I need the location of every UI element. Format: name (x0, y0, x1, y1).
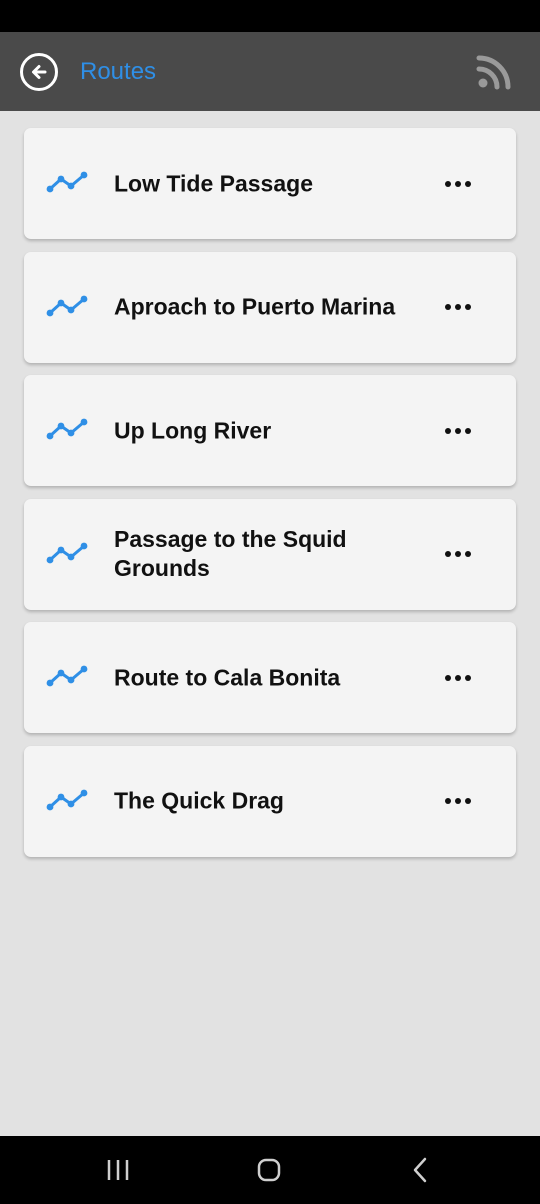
route-menu-button[interactable] (438, 416, 478, 446)
system-navigation-bar (0, 1136, 540, 1204)
system-back-button[interactable] (400, 1154, 440, 1186)
status-bar (0, 0, 540, 32)
route-name: Route to Cala Bonita (114, 664, 341, 690)
route-name: Up Long River (114, 417, 272, 443)
more-horizontal-icon (445, 304, 471, 310)
route-icon (46, 171, 88, 193)
route-card[interactable]: Route to Cala Bonita (24, 622, 516, 733)
recents-icon (107, 1160, 129, 1180)
route-icon (46, 542, 88, 563)
home-icon (257, 1158, 281, 1182)
route-card[interactable]: The Quick Drag (24, 745, 516, 857)
route-icon (46, 789, 88, 810)
route-menu-button[interactable] (438, 786, 478, 816)
route-icon (46, 665, 88, 687)
route-menu-button[interactable] (438, 292, 478, 322)
route-menu-button[interactable] (438, 169, 478, 199)
home-button[interactable] (249, 1154, 289, 1186)
app-bar: Routes (0, 32, 540, 111)
route-menu-button[interactable] (438, 663, 478, 693)
recents-button[interactable] (98, 1154, 138, 1186)
more-horizontal-icon (445, 180, 471, 187)
route-name: Low Tide Passage (114, 170, 313, 196)
back-arrow-icon (32, 65, 47, 79)
route-icon (46, 418, 88, 440)
more-horizontal-icon (445, 798, 471, 804)
route-name: The Quick Drag (114, 787, 284, 814)
more-horizontal-icon (445, 674, 471, 681)
feed-button[interactable] (476, 54, 512, 90)
route-icon (46, 295, 88, 316)
rss-icon (476, 55, 511, 90)
route-menu-button[interactable] (438, 539, 478, 569)
route-card[interactable]: Low Tide Passage (24, 128, 516, 239)
route-list: Low Tide Passage Aproach to Puerto Marina… (0, 128, 540, 869)
route-card[interactable]: Up Long River (24, 375, 516, 486)
more-horizontal-icon (445, 551, 471, 557)
route-name: Passage to the Squid Grounds (114, 526, 347, 581)
route-card[interactable]: Passage to the Squid Grounds (24, 498, 516, 610)
back-button[interactable] (20, 53, 58, 91)
route-card[interactable]: Aproach to Puerto Marina (24, 251, 516, 363)
route-name: Aproach to Puerto Marina (114, 293, 396, 320)
more-horizontal-icon (445, 427, 471, 434)
system-back-icon (413, 1157, 427, 1183)
page-title: Routes (80, 58, 157, 85)
